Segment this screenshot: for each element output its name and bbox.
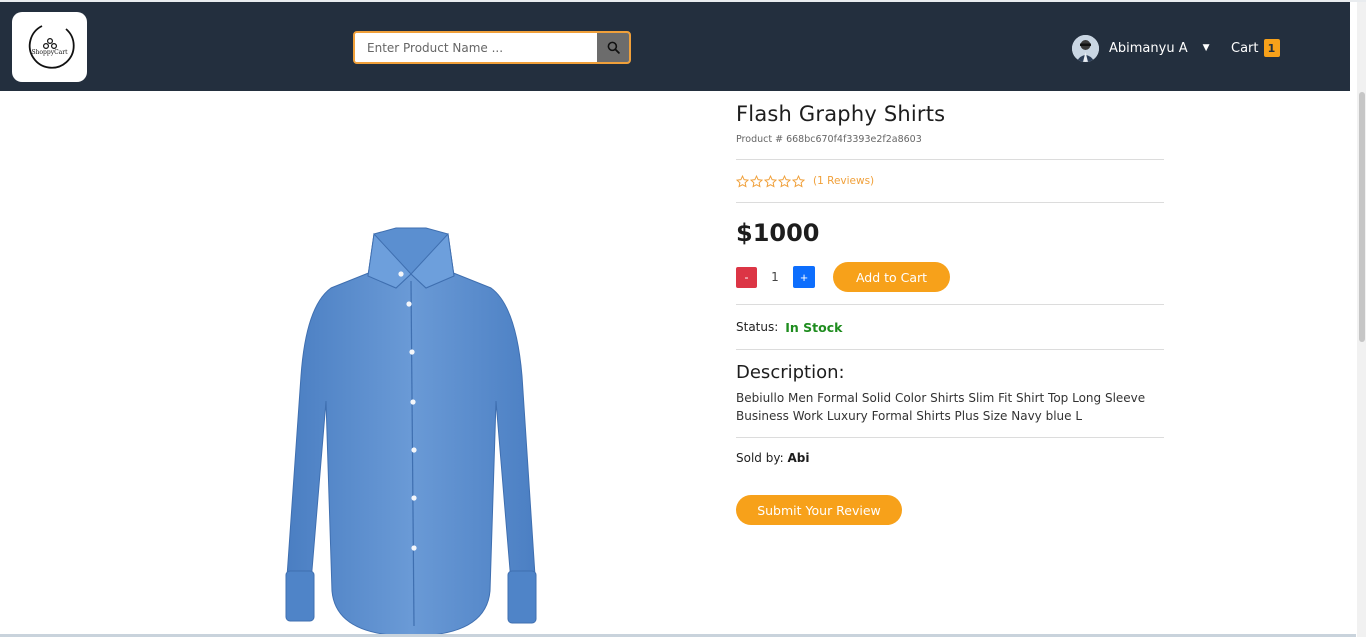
- product-rating: (1 Reviews): [736, 160, 1164, 202]
- divider: [736, 202, 1164, 203]
- search-bar: [353, 31, 631, 64]
- logo-ring-icon: [28, 25, 75, 69]
- quantity-value: 1: [771, 270, 779, 284]
- description-text: Bebiullo Men Formal Solid Color Shirts S…: [736, 391, 1146, 423]
- product-details: Flash Graphy Shirts Product # 668bc670f4…: [736, 100, 1164, 525]
- chevron-down-icon[interactable]: ▼: [1203, 43, 1210, 53]
- sold-by: Sold by: Abi: [736, 451, 1164, 465]
- logo-text: ShoppyCart: [31, 49, 68, 56]
- quantity-row: - 1 + Add to Cart: [736, 261, 1164, 293]
- site-logo[interactable]: ShoppyCart: [12, 12, 87, 82]
- logo-mark: ShoppyCart: [22, 19, 78, 75]
- status-label: Status:: [736, 320, 779, 334]
- status-value: In Stock: [785, 319, 843, 335]
- cart-link[interactable]: Cart 1: [1231, 39, 1280, 57]
- product-id: Product # 668bc670f4f3393e2f2a8603: [736, 134, 922, 145]
- sold-by-label: Sold by:: [736, 451, 784, 465]
- avatar: [1072, 34, 1099, 62]
- increase-quantity-button[interactable]: +: [793, 266, 815, 288]
- cart-count-badge: 1: [1263, 39, 1280, 57]
- review-count: (1 Reviews): [813, 175, 875, 187]
- divider: [736, 437, 1164, 438]
- star-empty-icon: [736, 174, 749, 188]
- shirt-image: [285, 227, 537, 637]
- search-input[interactable]: [355, 33, 597, 62]
- scrollbar-thumb[interactable]: [1359, 92, 1365, 342]
- stock-status: Status: In Stock: [736, 305, 1164, 349]
- decrease-quantity-button[interactable]: -: [736, 266, 757, 288]
- product-image: [276, 226, 546, 637]
- search-icon: [607, 41, 620, 54]
- add-to-cart-button[interactable]: Add to Cart: [833, 262, 950, 292]
- search-button[interactable]: [597, 33, 629, 62]
- product-price: $1000: [736, 219, 820, 247]
- product-title: Flash Graphy Shirts: [736, 102, 946, 126]
- submit-review-button[interactable]: Submit Your Review: [736, 495, 902, 525]
- star-empty-icon: [778, 174, 791, 188]
- navbar: ShoppyCart Abimanyu A ▼ Cart 1: [0, 2, 1350, 91]
- cart-label: Cart: [1231, 40, 1259, 56]
- star-empty-icon: [764, 174, 777, 188]
- rating-stars: [736, 174, 805, 188]
- divider: [736, 349, 1164, 350]
- user-name: Abimanyu A: [1109, 40, 1188, 56]
- star-empty-icon: [750, 174, 763, 188]
- description-heading: Description:: [736, 362, 845, 383]
- user-avatar-icon: [1072, 34, 1099, 62]
- user-menu[interactable]: Abimanyu A ▼: [1072, 34, 1210, 62]
- star-empty-icon: [792, 174, 805, 188]
- seller-name: Abi: [787, 451, 810, 465]
